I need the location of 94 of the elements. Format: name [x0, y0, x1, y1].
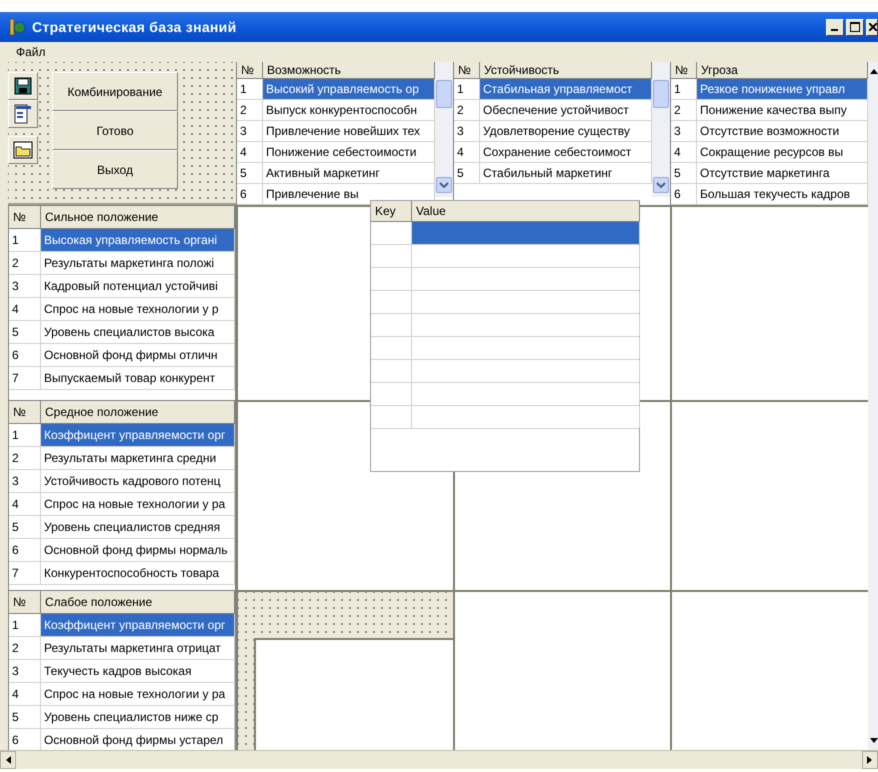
table-cell[interactable]: Уровень специалистов высока	[41, 321, 235, 343]
table-cell: 6	[237, 184, 263, 204]
table-cell[interactable]: Уровень специалистов средняя	[41, 516, 235, 538]
form-button[interactable]	[8, 100, 38, 128]
table-cell[interactable]: Текучесть кадров высокая	[41, 660, 235, 682]
save-button[interactable]	[8, 72, 38, 100]
table-cell[interactable]: Резкое понижение управл	[697, 79, 868, 99]
down-arrow-icon	[870, 738, 878, 744]
table-cell: 6	[9, 344, 41, 366]
column-header[interactable]: №	[9, 401, 41, 423]
table-cell: 4	[454, 142, 480, 162]
table-cell[interactable]: Коэффицент управляемости орг	[41, 424, 235, 446]
table-cell: 2	[671, 100, 697, 120]
command-button[interactable]: Комбинирование	[52, 72, 178, 111]
scroll-down-button[interactable]	[653, 177, 669, 193]
table-cell: 4	[237, 142, 263, 162]
column-header[interactable]: Средное положение	[41, 401, 235, 423]
app-icon	[8, 18, 26, 36]
column-header[interactable]: Сильное положение	[41, 206, 235, 228]
folder-icon	[13, 141, 33, 159]
menu-item[interactable]: Файл	[12, 45, 50, 59]
table-cell: 3	[454, 121, 480, 141]
value-cell[interactable]	[412, 222, 640, 244]
scrollbar[interactable]	[435, 62, 453, 197]
table-cell: 7	[9, 367, 41, 389]
table-cell[interactable]: Высокая управляемость органі	[41, 229, 235, 251]
table-cell: 5	[9, 321, 41, 343]
table-cell: 6	[9, 539, 41, 561]
table-cell[interactable]: Спрос на новые технологии у ра	[41, 493, 235, 515]
scrollbar[interactable]	[652, 62, 670, 197]
close-button[interactable]	[866, 18, 878, 36]
scrollbar[interactable]	[868, 62, 878, 750]
table-cell: 4	[671, 142, 697, 162]
column-header[interactable]: №	[9, 591, 41, 613]
column-header[interactable]: Key	[371, 201, 412, 221]
maximize-button[interactable]	[846, 18, 864, 36]
table-cell[interactable]: Результаты маркетинга отрицат	[41, 637, 235, 659]
column-header[interactable]: Слабое положение	[41, 591, 235, 613]
scroll-thumb[interactable]	[653, 80, 669, 108]
table-cell: 2	[9, 447, 41, 469]
scroll-down-button[interactable]	[436, 177, 452, 193]
table-cell: 5	[237, 163, 263, 183]
close-icon	[869, 23, 877, 31]
table-cell[interactable]: Основной фонд фирмы нормаль	[41, 539, 235, 561]
minimize-button[interactable]	[826, 18, 844, 36]
table-cell[interactable]: Результаты маркетинга средни	[41, 447, 235, 469]
table-cell[interactable]: Уровень специалистов ниже ср	[41, 706, 235, 728]
column-header[interactable]: Value	[412, 201, 640, 221]
column-header[interactable]: №	[454, 62, 480, 78]
table-cell[interactable]: Высокий управляемость ор	[263, 79, 435, 99]
left-arrow-icon	[5, 756, 11, 764]
open-button[interactable]	[8, 136, 38, 164]
command-button[interactable]: Готово	[52, 111, 178, 150]
table-cell: 3	[237, 121, 263, 141]
horizontal-scrollbar[interactable]	[0, 750, 878, 769]
table-cell[interactable]: Основной фонд фирмы отличн	[41, 344, 235, 366]
table-cell[interactable]: Спрос на новые технологии у ра	[41, 683, 235, 705]
table-cell: 2	[9, 252, 41, 274]
table-cell: 5	[9, 516, 41, 538]
table-cell: 5	[454, 163, 480, 183]
table-cell[interactable]: Коэффицент управляемости орг	[41, 614, 235, 636]
table-cell: 4	[9, 683, 41, 705]
column-header[interactable]: №	[237, 62, 263, 78]
table-cell: 3	[671, 121, 697, 141]
chevron-down-icon	[656, 182, 666, 188]
table-cell: 4	[9, 493, 41, 515]
table-cell: 2	[454, 100, 480, 120]
table-cell: 2	[237, 100, 263, 120]
column-header[interactable]: №	[9, 206, 41, 228]
table-cell[interactable]: Кадровый потенциал устойчиві	[41, 275, 235, 297]
scroll-thumb[interactable]	[436, 80, 452, 108]
table-cell: 3	[9, 275, 41, 297]
table-cell: 3	[9, 470, 41, 492]
right-arrow-icon	[867, 756, 873, 764]
table-cell[interactable]: Результаты маркетинга положі	[41, 252, 235, 274]
chevron-down-icon	[439, 182, 449, 188]
window-title: Стратегическая база знаний	[32, 19, 238, 35]
table-cell: 2	[9, 637, 41, 659]
form-icon	[14, 104, 32, 124]
up-arrow-icon	[870, 68, 878, 74]
table-cell: 7	[9, 562, 41, 584]
table-cell[interactable]: Устойчивость кадрового потенц	[41, 470, 235, 492]
table-cell: 5	[671, 163, 697, 183]
maximize-icon	[850, 22, 860, 32]
table-cell: 3	[9, 660, 41, 682]
table-cell[interactable]: Конкурентоспособность товара	[41, 562, 235, 584]
table-cell: 6	[671, 184, 697, 204]
table-cell[interactable]: Выпускаемый товар конкурент	[41, 367, 235, 389]
table-cell[interactable]: Стабильная управляемост	[480, 79, 652, 99]
table-cell: 5	[9, 706, 41, 728]
column-header[interactable]: №	[671, 62, 697, 78]
table-cell[interactable]: Спрос на новые технологии у р	[41, 298, 235, 320]
table-cell: 4	[9, 298, 41, 320]
command-button[interactable]: Выход	[52, 150, 178, 189]
